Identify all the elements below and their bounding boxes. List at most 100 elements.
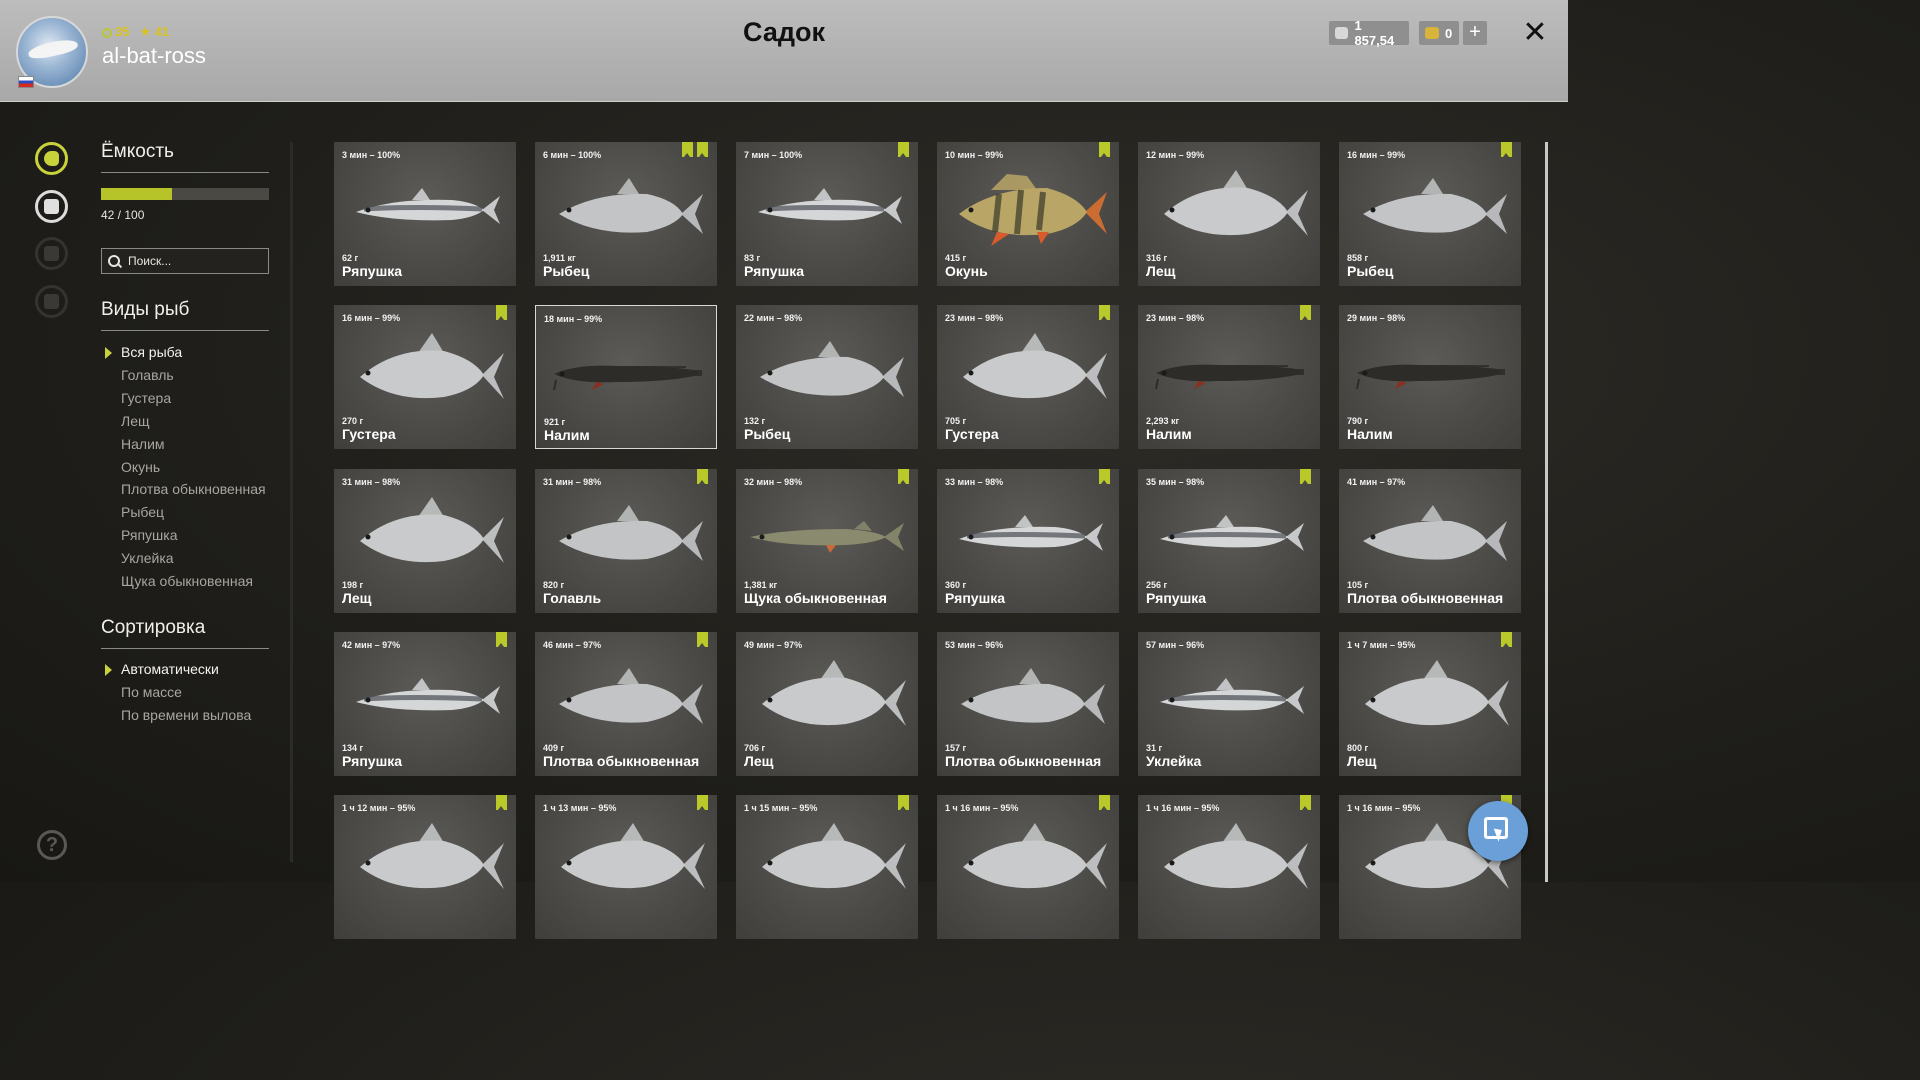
bookmark-icon[interactable] [697, 469, 708, 484]
species-item[interactable]: Рыбец [121, 504, 164, 522]
search-input[interactable]: Поиск... [101, 248, 269, 274]
fish-image [1155, 364, 1304, 390]
fish-image [1164, 170, 1308, 236]
catch-time: 41 мин – 97% [1347, 477, 1406, 487]
keepnet-shape [44, 199, 59, 214]
species-item[interactable]: Щука обыкновенная [121, 573, 253, 591]
fish-card[interactable]: 46 мин – 97% 409 г Плотва обыкновенная [535, 632, 717, 776]
bookmark-icon[interactable] [496, 305, 507, 320]
fish-name: Ряпушка [342, 263, 403, 279]
fish-card[interactable]: 23 мин – 98% 705 г Густера [937, 305, 1119, 449]
species-item[interactable]: Густера [121, 390, 171, 408]
divider [101, 172, 269, 173]
fish-card[interactable]: 3 мин – 100% 62 г Ряпушка [334, 142, 516, 286]
bookmark-icon[interactable] [496, 632, 507, 647]
add-currency-button[interactable]: + [1463, 21, 1487, 45]
fish-card[interactable]: 29 мин – 98% 790 г Налим [1339, 305, 1521, 449]
fish-card[interactable]: 22 мин – 98% 132 г Рыбец [736, 305, 918, 449]
fish-card[interactable]: 18 мин – 99% 921 г Налим [535, 305, 717, 449]
catch-time: 3 мин – 100% [342, 150, 401, 160]
catch-time: 1 ч 12 мин – 95% [342, 803, 416, 813]
fish-name: Ряпушка [945, 590, 1006, 606]
help-icon[interactable]: ? [37, 830, 67, 860]
bookmark-icon[interactable] [682, 142, 693, 157]
bookmark-icon[interactable] [1300, 795, 1311, 810]
bookmark-icon[interactable] [496, 795, 507, 810]
fish-card[interactable]: 57 мин – 96% 31 г Уклейка [1138, 632, 1320, 776]
cursor-mode-button[interactable] [1468, 801, 1528, 861]
fish-card[interactable]: 35 мин – 98% 256 г Ряпушка [1138, 469, 1320, 613]
species-item[interactable]: Окунь [121, 459, 160, 477]
level-locked-icon[interactable] [35, 237, 68, 270]
bookmark-icon[interactable] [1099, 795, 1110, 810]
bookmark-icon[interactable] [697, 795, 708, 810]
species-item[interactable]: Налим [121, 436, 165, 454]
species-item[interactable]: Вся рыба [121, 344, 182, 362]
scrollbar[interactable] [1545, 142, 1548, 882]
species-item[interactable]: Голавль [121, 367, 174, 385]
bookmark-icon[interactable] [1099, 305, 1110, 320]
fish-card[interactable]: 42 мин – 97% 134 г Ряпушка [334, 632, 516, 776]
fish-name: Ряпушка [1146, 590, 1207, 606]
fish-card[interactable]: 1 ч 7 мин – 95% 800 г Лещ [1339, 632, 1521, 776]
fish-weight: 270 г [342, 416, 364, 426]
bookmark-icon[interactable] [898, 795, 909, 810]
bookmark-icon[interactable] [898, 469, 909, 484]
species-item[interactable]: Ряпушка [121, 527, 178, 545]
fish-card[interactable]: 1 ч 13 мин – 95% [535, 795, 717, 939]
fish-card[interactable]: 1 ч 16 мин – 95% [937, 795, 1119, 939]
sort-item[interactable]: По массе [121, 684, 182, 702]
fish-card[interactable]: 1 ч 15 мин – 95% [736, 795, 918, 939]
fish-card[interactable]: 53 мин – 96% 157 г Плотва обыкновенная [937, 632, 1119, 776]
fish-image [559, 178, 703, 234]
fish-card[interactable]: 12 мин – 99% 316 г Лещ [1138, 142, 1320, 286]
keepnet-icon[interactable] [35, 190, 68, 223]
fish-weight: 409 г [543, 743, 565, 753]
close-button[interactable]: ✕ [1522, 16, 1548, 50]
bookmark-icon[interactable] [1099, 142, 1110, 157]
catch-time: 42 мин – 97% [342, 640, 401, 650]
species-item[interactable]: Лещ [121, 413, 150, 431]
fish-image [1160, 515, 1304, 551]
fish-card[interactable]: 1 ч 16 мин – 95% [1138, 795, 1320, 939]
fish-card[interactable]: 16 мин – 99% 858 г Рыбец [1339, 142, 1521, 286]
fish-card[interactable]: 23 мин – 98% 2,293 кг Налим [1138, 305, 1320, 449]
silver-balance[interactable]: 1 857,54 [1329, 18, 1409, 48]
sort-item[interactable]: По времени вылова [121, 707, 251, 725]
fish-card[interactable]: 6 мин – 100% 1,911 кг Рыбец [535, 142, 717, 286]
fish-card[interactable]: 31 мин – 98% 820 г Голавль [535, 469, 717, 613]
gold-balance[interactable]: 0 [1419, 21, 1459, 45]
home-locked-icon[interactable] [35, 285, 68, 318]
fish-card[interactable]: 16 мин – 99% 270 г Густера [334, 305, 516, 449]
bookmark-icon[interactable] [1300, 469, 1311, 484]
fish-card[interactable]: 33 мин – 98% 360 г Ряпушка [937, 469, 1119, 613]
catch-time: 1 ч 16 мин – 95% [945, 803, 1019, 813]
fish-card[interactable]: 32 мин – 98% 1,381 кг Щука обыкновенная [736, 469, 918, 613]
bookmark-icon[interactable] [1501, 142, 1512, 157]
fish-name: Щука обыкновенная [744, 590, 887, 606]
bookmark-icon[interactable] [1501, 632, 1512, 647]
fish-icon[interactable] [35, 142, 68, 175]
silver-coin-icon [1335, 27, 1349, 39]
species-item[interactable]: Уклейка [121, 550, 174, 568]
fish-card[interactable]: 31 мин – 98% 198 г Лещ [334, 469, 516, 613]
fish-card[interactable]: 7 мин – 100% 83 г Ряпушка [736, 142, 918, 286]
fish-weight: 83 г [744, 253, 761, 263]
sort-item[interactable]: Автоматически [121, 661, 219, 679]
species-item[interactable]: Плотва обыкновенная [121, 481, 266, 499]
catch-time: 22 мин – 98% [744, 313, 803, 323]
fish-card[interactable]: 49 мин – 97% 706 г Лещ [736, 632, 918, 776]
fish-name: Рыбец [543, 263, 590, 279]
fish-weight: 360 г [945, 580, 967, 590]
fish-card[interactable]: 1 ч 12 мин – 95% [334, 795, 516, 939]
bookmark-icon[interactable] [697, 142, 708, 157]
fish-card[interactable]: 41 мин – 97% 105 г Плотва обыкновенная [1339, 469, 1521, 613]
divider [101, 648, 269, 649]
fish-name: Окунь [945, 263, 988, 279]
bookmark-icon[interactable] [1099, 469, 1110, 484]
bookmark-icon[interactable] [1300, 305, 1311, 320]
bookmark-icon[interactable] [697, 632, 708, 647]
fish-weight: 132 г [744, 416, 766, 426]
fish-card[interactable]: 10 мин – 99% 415 г Окунь [937, 142, 1119, 286]
bookmark-icon[interactable] [898, 142, 909, 157]
